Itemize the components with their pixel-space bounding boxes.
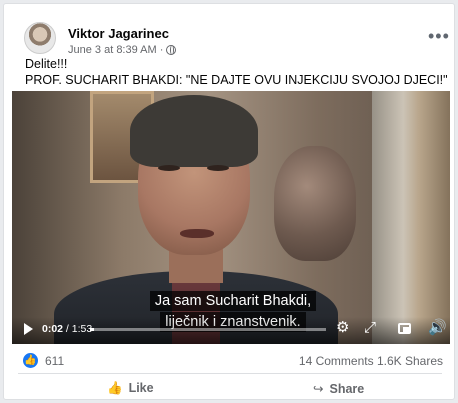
volume-icon[interactable]: 🔊 <box>428 320 447 335</box>
share-button[interactable]: ↪ Share <box>313 381 364 396</box>
comments-shares: 14 Comments 1.6K Shares <box>299 354 443 368</box>
progress-bar[interactable] <box>90 328 326 331</box>
engagement-stats: 👍 611 14 Comments 1.6K Shares <box>4 348 456 373</box>
caption-line-1: Ja sam Sucharit Bhakdi, <box>149 291 317 311</box>
post-card: Viktor Jagarinec June 3 at 8:39 AM · •••… <box>3 3 455 400</box>
video-player[interactable]: Ja sam Sucharit Bhakdi, liječnik i znans… <box>12 91 450 344</box>
fullscreen-expand-icon[interactable]: ⤢ <box>364 320 376 335</box>
post-header: Viktor Jagarinec June 3 at 8:39 AM · ••• <box>15 14 449 56</box>
background-lamp <box>372 91 450 344</box>
speaker-eye-left <box>158 165 180 171</box>
divider <box>18 373 442 374</box>
post-text-line-2: PROF. SUCHARIT BHAKDI: "NE DAJTE OVU INJ… <box>25 73 448 87</box>
like-button[interactable]: 👍 Like <box>107 381 154 396</box>
globe-icon <box>166 45 177 55</box>
post-meta: June 3 at 8:39 AM · <box>68 44 177 56</box>
comments-count[interactable]: 14 Comments <box>299 354 374 368</box>
share-arrow-icon: ↪ <box>313 382 324 396</box>
speaker-hair <box>130 95 258 167</box>
play-icon[interactable] <box>24 323 33 335</box>
thumbs-up-icon: 👍 <box>107 381 123 395</box>
time-separator: / <box>63 323 72 335</box>
timestamp[interactable]: June 3 at 8:39 AM · <box>68 44 163 56</box>
picture-in-picture-icon[interactable] <box>398 323 411 334</box>
share-label: Share <box>329 382 365 396</box>
post-actions: 👍 Like ↪ Share <box>4 377 456 401</box>
speaker-eye-right <box>207 165 229 171</box>
more-options-button[interactable]: ••• <box>428 26 450 47</box>
avatar[interactable] <box>24 22 56 54</box>
like-reaction-icon: 👍 <box>23 353 38 368</box>
post-text-line-1: Delite!!! <box>25 57 68 71</box>
post-text: Delite!!! PROF. SUCHARIT BHAKDI: "NE DAJ… <box>25 56 448 88</box>
author-name[interactable]: Viktor Jagarinec <box>68 26 169 41</box>
background-vase <box>274 146 356 261</box>
like-label: Like <box>128 381 154 395</box>
settings-gear-icon[interactable]: ⚙ <box>336 320 349 335</box>
video-time: 0:02 / 1:53 <box>42 323 92 335</box>
current-time: 0:02 <box>42 323 64 335</box>
progress-fill <box>90 328 95 331</box>
speaker-mouth <box>180 229 214 238</box>
reactions-count[interactable]: 611 <box>45 354 64 368</box>
shares-count[interactable]: 1.6K Shares <box>377 354 443 368</box>
